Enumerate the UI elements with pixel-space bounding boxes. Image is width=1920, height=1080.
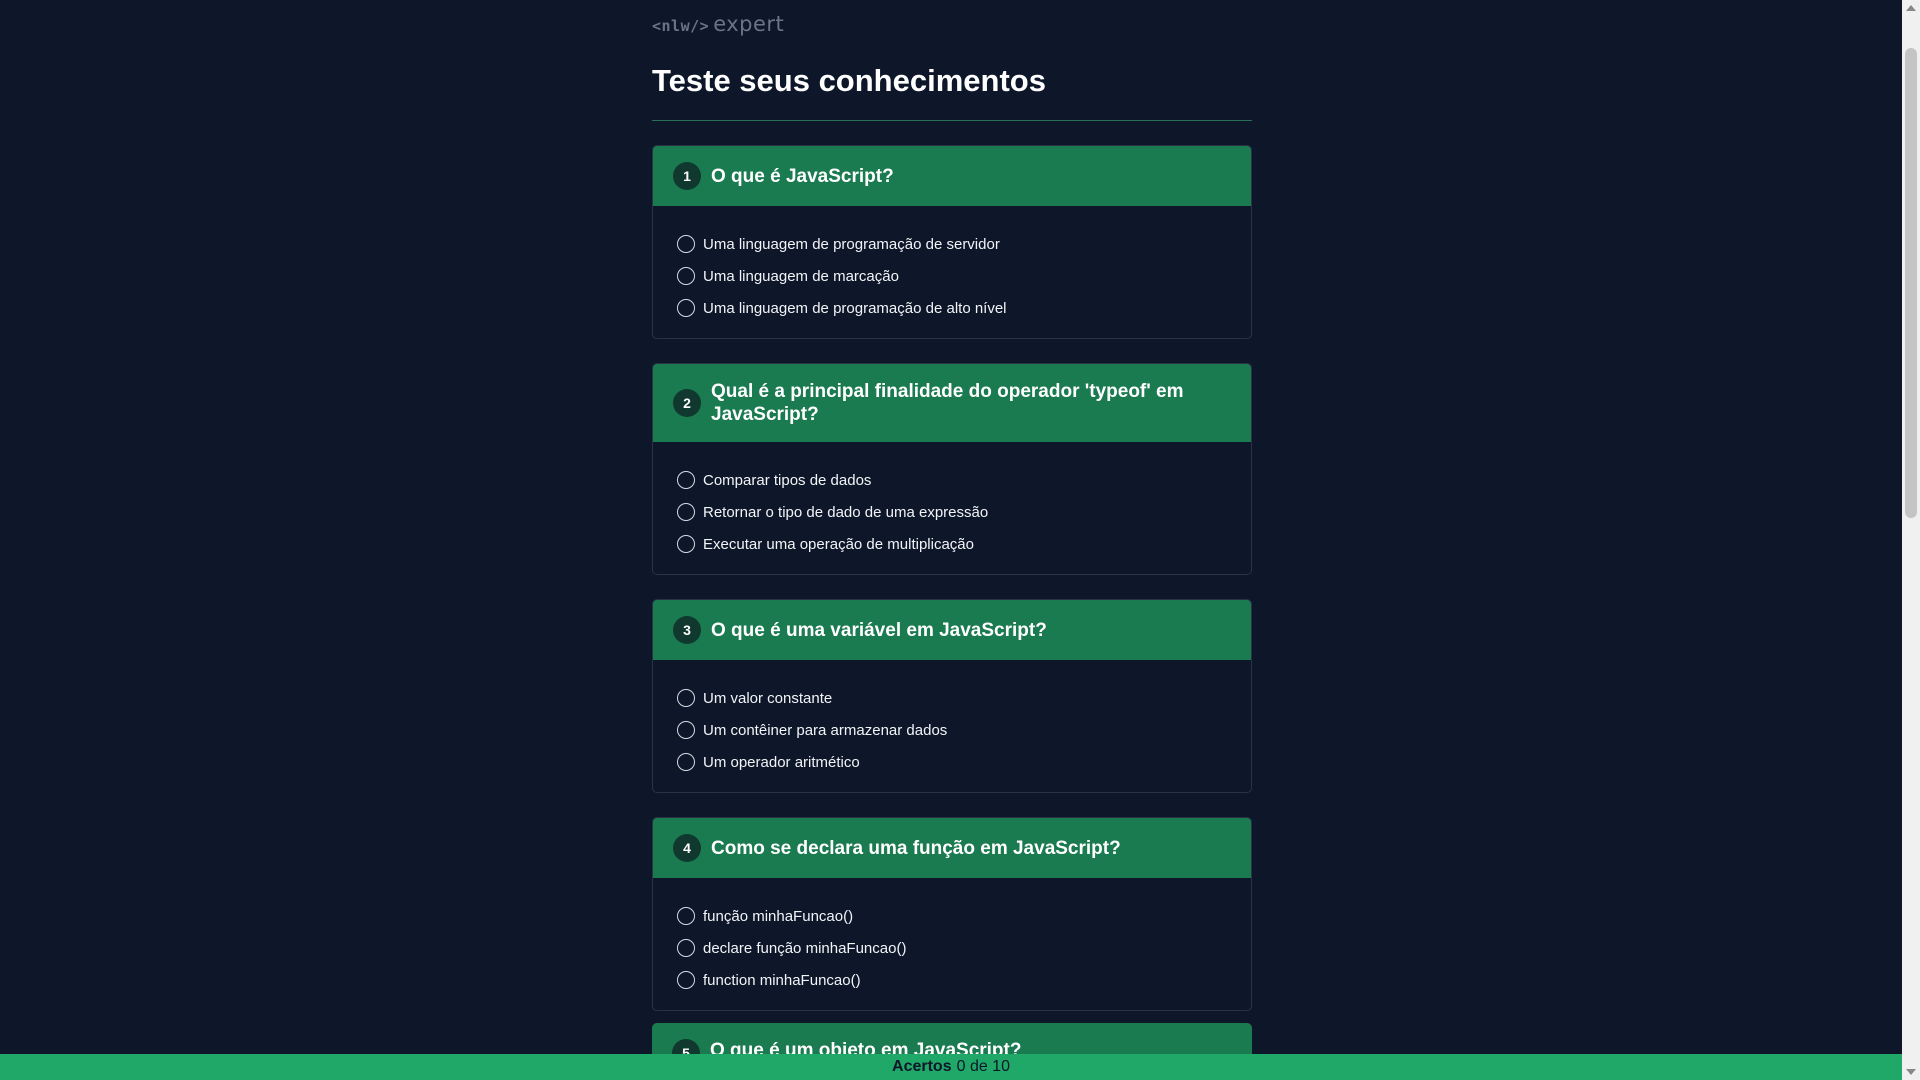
answer-option[interactable]: função minhaFuncao(): [677, 900, 1227, 932]
score-label: Acertos: [892, 1058, 952, 1075]
question-card-4: 4 Como se declara uma função em JavaScri…: [652, 817, 1252, 1012]
radio-button[interactable]: [677, 235, 695, 254]
answer-label: Um contêiner para armazenar dados: [703, 721, 948, 739]
question-title: O que é uma variável em JavaScript?: [711, 619, 1047, 641]
answer-option[interactable]: declare função minhaFuncao(): [677, 932, 1227, 964]
quiz-page: <nlw/> expert Teste seus conhecimentos 1…: [652, 0, 1252, 1035]
scroll-up-arrow-icon[interactable]: [1906, 5, 1916, 11]
question-header: 1 O que é JavaScript?: [653, 146, 1251, 207]
question-title: Qual é a principal finalidade do operado…: [711, 380, 1184, 426]
radio-button[interactable]: [677, 689, 695, 708]
radio-button[interactable]: [677, 753, 695, 772]
question-number-badge: 2: [673, 389, 701, 418]
answer-label: Uma linguagem de programação de alto nív…: [703, 299, 1007, 317]
question-card-1: 1 O que é JavaScript? Uma linguagem de p…: [652, 145, 1252, 340]
answer-option[interactable]: Um operador aritmético: [677, 746, 1227, 778]
question-title: O que é JavaScript?: [711, 165, 894, 187]
title-divider: [652, 120, 1252, 122]
logo-brand: <nlw/>: [652, 17, 710, 35]
radio-button[interactable]: [677, 299, 695, 318]
answer-label: declare função minhaFuncao(): [703, 939, 907, 957]
radio-button[interactable]: [677, 503, 695, 522]
answer-options: Um valor constante Um contêiner para arm…: [653, 660, 1251, 792]
vertical-scrollbar[interactable]: [1902, 0, 1920, 1080]
question-title: Como se declara uma função em JavaScript…: [711, 837, 1121, 859]
page-title: Teste seus conhecimentos: [652, 63, 1046, 98]
question-number-badge: 3: [673, 616, 701, 645]
answer-label: Retornar o tipo de dado de uma expressão: [703, 503, 989, 521]
answer-options: Comparar tipos de dados Retornar o tipo …: [653, 442, 1251, 574]
answer-label: Um operador aritmético: [703, 753, 860, 771]
answer-options: função minhaFuncao() declare função minh…: [653, 878, 1251, 1010]
radio-button[interactable]: [677, 721, 695, 740]
answer-label: Uma linguagem de marcação: [703, 267, 899, 285]
score-value: 0 de 10: [956, 1058, 1010, 1075]
answer-option[interactable]: function minhaFuncao(): [677, 964, 1227, 996]
answer-label: function minhaFuncao(): [703, 971, 861, 989]
answer-option[interactable]: Um contêiner para armazenar dados: [677, 714, 1227, 746]
radio-button[interactable]: [677, 471, 695, 490]
radio-button[interactable]: [677, 535, 695, 554]
answer-option[interactable]: Uma linguagem de marcação: [677, 260, 1227, 292]
radio-button[interactable]: [677, 907, 695, 926]
question-list: 1 O que é JavaScript? Uma linguagem de p…: [652, 145, 1252, 1012]
scroll-down-arrow-icon[interactable]: [1906, 1069, 1916, 1075]
answer-option[interactable]: Um valor constante: [677, 682, 1227, 714]
question-card-3: 3 O que é uma variável em JavaScript? Um…: [652, 599, 1252, 794]
radio-button[interactable]: [677, 971, 695, 990]
answer-option[interactable]: Uma linguagem de programação de alto nív…: [677, 292, 1227, 324]
question-card-2: 2 Qual é a principal finalidade do opera…: [652, 363, 1252, 576]
score-footer: Acertos 0 de 10: [0, 1054, 1902, 1080]
answer-option[interactable]: Retornar o tipo de dado de uma expressão: [677, 496, 1227, 528]
answer-label: Uma linguagem de programação de servidor: [703, 235, 1000, 253]
question-number-badge: 1: [673, 162, 701, 191]
answer-label: Executar uma operação de multiplicação: [703, 535, 974, 553]
radio-button[interactable]: [677, 267, 695, 286]
logo-product: expert: [713, 12, 785, 36]
question-header: 3 O que é uma variável em JavaScript?: [653, 600, 1251, 661]
question-header: 4 Como se declara uma função em JavaScri…: [653, 818, 1251, 879]
answer-label: Um valor constante: [703, 689, 833, 707]
radio-button[interactable]: [677, 939, 695, 958]
answer-option[interactable]: Comparar tipos de dados: [677, 464, 1227, 496]
answer-label: Comparar tipos de dados: [703, 471, 872, 489]
question-header: 2 Qual é a principal finalidade do opera…: [653, 364, 1251, 443]
nlw-expert-logo: <nlw/> expert: [652, 12, 1252, 36]
question-number-badge: 4: [673, 834, 701, 863]
answer-option[interactable]: Uma linguagem de programação de servidor: [677, 228, 1227, 260]
answer-options: Uma linguagem de programação de servidor…: [653, 206, 1251, 338]
answer-option[interactable]: Executar uma operação de multiplicação: [677, 528, 1227, 560]
answer-label: função minhaFuncao(): [703, 907, 854, 925]
scrollbar-thumb[interactable]: [1905, 48, 1917, 518]
